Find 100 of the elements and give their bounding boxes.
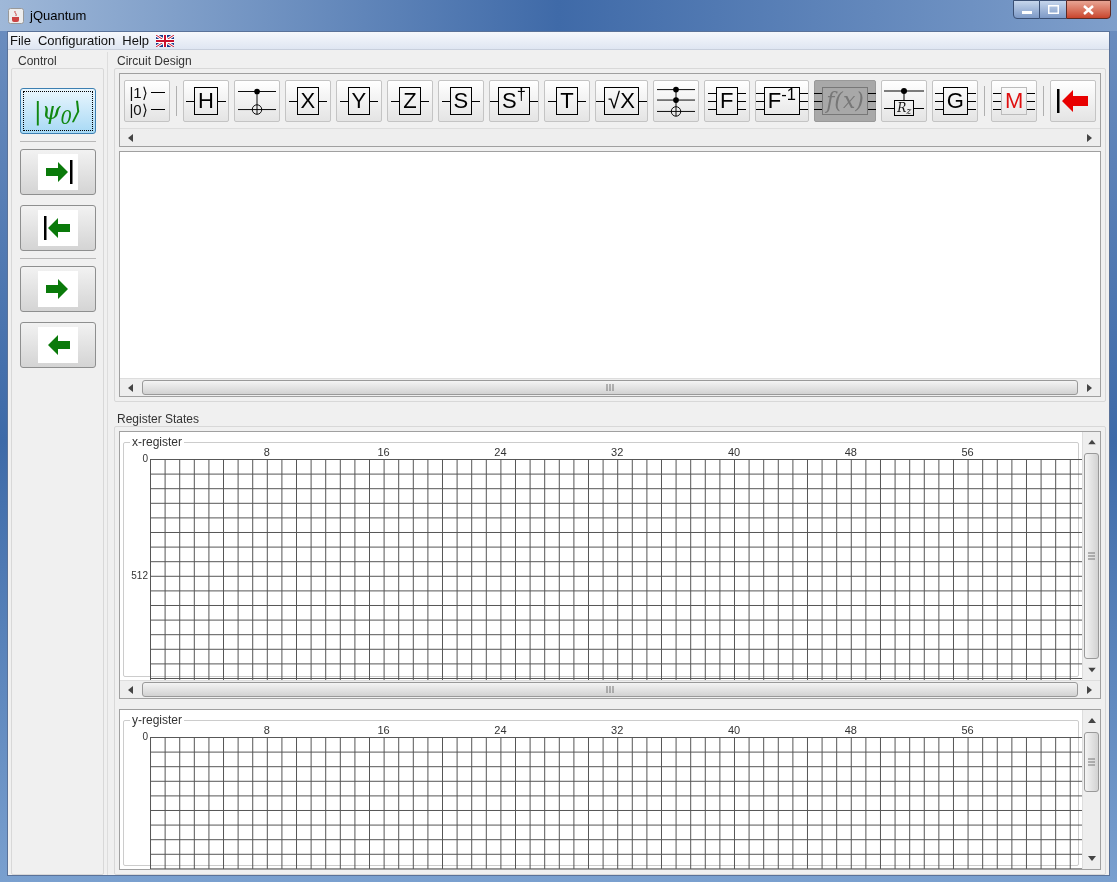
wire-icon bbox=[339, 100, 348, 102]
gate-button[interactable]: F$^{-1}$ bbox=[754, 80, 809, 122]
register-title: x-register bbox=[130, 435, 184, 449]
wire-icon bbox=[150, 92, 165, 93]
close-icon bbox=[1083, 4, 1094, 15]
wire-icon bbox=[1027, 92, 1036, 110]
column-label: 48 bbox=[844, 445, 857, 459]
gate-label: Z bbox=[399, 87, 421, 115]
wire-icon bbox=[217, 100, 226, 102]
column-label: 48 bbox=[844, 723, 857, 737]
gate-button[interactable] bbox=[1050, 80, 1096, 122]
gate-button[interactable] bbox=[233, 80, 280, 122]
horizontal-scrollbar[interactable] bbox=[120, 378, 1100, 396]
gate-label: S bbox=[449, 87, 473, 115]
row-label: 0 bbox=[142, 731, 148, 743]
grip-icon bbox=[1088, 552, 1095, 560]
column-label: 8 bbox=[263, 445, 270, 459]
panel-title: Circuit Design bbox=[116, 53, 193, 68]
arrow-to-bar-icon bbox=[1055, 87, 1091, 115]
scrollbar-thumb[interactable] bbox=[142, 682, 1078, 697]
wire-icon bbox=[319, 100, 328, 102]
gate-button[interactable]: T bbox=[544, 80, 591, 122]
initial-state-button[interactable]: |ψ$_{0}$⟩ bbox=[19, 88, 96, 134]
wire-icon bbox=[884, 107, 895, 109]
panel-title: Control bbox=[17, 53, 58, 68]
grip-icon bbox=[606, 384, 614, 391]
wire-icon bbox=[577, 100, 586, 102]
wire-icon bbox=[914, 107, 925, 109]
gate-button[interactable]: Z bbox=[386, 80, 433, 122]
gate-button[interactable]: M bbox=[991, 80, 1038, 122]
gate-button[interactable]: H bbox=[182, 80, 229, 122]
menu-item[interactable]: Configuration bbox=[37, 30, 116, 51]
gate-label: S$^{†}$ bbox=[498, 87, 530, 115]
gate-label: T bbox=[556, 87, 578, 115]
column-label: 32 bbox=[611, 445, 624, 459]
wire-icon bbox=[814, 92, 823, 110]
wire-icon bbox=[755, 92, 764, 110]
vertical-scrollbar[interactable] bbox=[1082, 710, 1100, 869]
gate-button[interactable]: G bbox=[932, 80, 979, 122]
column-label: 56 bbox=[961, 723, 974, 737]
gate-button[interactable]: S bbox=[437, 80, 484, 122]
gate-button[interactable]: Y bbox=[335, 80, 382, 122]
register-title: y-register bbox=[130, 713, 184, 727]
gate-button[interactable]: S$^{†}$ bbox=[488, 80, 540, 122]
wire-icon bbox=[638, 100, 647, 102]
wire-icon bbox=[391, 100, 400, 102]
column-label: 32 bbox=[611, 723, 624, 737]
close-button[interactable] bbox=[1066, 0, 1111, 19]
gate-button[interactable]: F bbox=[703, 80, 750, 122]
gate-label: F$^{-1}$ bbox=[763, 87, 800, 115]
column-label: 24 bbox=[494, 445, 507, 459]
run-end-button[interactable] bbox=[19, 149, 96, 195]
vertical-scrollbar[interactable] bbox=[1082, 432, 1100, 680]
row-label: 0 bbox=[142, 453, 148, 465]
wire-icon bbox=[992, 92, 1001, 110]
column-label: 56 bbox=[961, 445, 974, 459]
column-label: 40 bbox=[727, 445, 741, 459]
menu-item[interactable]: File bbox=[10, 30, 31, 51]
horizontal-scrollbar[interactable] bbox=[120, 680, 1100, 698]
wire-icon bbox=[185, 100, 194, 102]
wire-icon bbox=[370, 100, 379, 102]
maximize-button[interactable] bbox=[1040, 0, 1066, 19]
wire-icon bbox=[934, 92, 943, 110]
gate-label: F bbox=[716, 87, 738, 115]
gate-button[interactable]: X bbox=[284, 80, 331, 122]
grip-icon bbox=[1088, 758, 1095, 766]
wire-icon bbox=[441, 100, 450, 102]
gate-button[interactable]: √X bbox=[595, 80, 648, 122]
gate-label: Y bbox=[347, 87, 371, 115]
flag-icon[interactable] bbox=[156, 34, 175, 47]
toffoli-gate-icon bbox=[656, 84, 695, 118]
maximize-icon bbox=[1047, 5, 1059, 14]
gate-label: |0⟩ bbox=[129, 101, 148, 118]
wire-icon bbox=[150, 109, 165, 110]
gate-button[interactable]: R$_{z}$ bbox=[881, 80, 928, 122]
wire-icon bbox=[967, 92, 976, 110]
wire-icon bbox=[288, 100, 297, 102]
scrollbar-thumb[interactable] bbox=[142, 380, 1078, 395]
minimize-button[interactable] bbox=[1013, 0, 1040, 19]
column-label: 24 bbox=[494, 723, 507, 737]
wire-icon bbox=[420, 100, 429, 102]
step-back-button[interactable] bbox=[19, 322, 96, 368]
grip-icon bbox=[606, 686, 614, 693]
menu-item[interactable]: Help bbox=[122, 30, 150, 51]
back-start-button[interactable] bbox=[19, 205, 96, 251]
gate-button[interactable] bbox=[652, 80, 699, 122]
column-label: 40 bbox=[727, 723, 741, 737]
gate-button[interactable]: |1⟩ |0⟩ bbox=[124, 80, 170, 122]
gate-label: R$_{z}$ bbox=[894, 100, 915, 116]
gate-label: √X bbox=[604, 87, 639, 115]
step-forward-button[interactable] bbox=[19, 266, 96, 312]
wire-icon bbox=[799, 92, 808, 110]
gate-label: |1⟩ bbox=[129, 84, 148, 101]
wire-icon bbox=[548, 100, 557, 102]
wire-icon bbox=[867, 92, 876, 110]
gate-label: X bbox=[296, 87, 320, 115]
wire-icon bbox=[529, 100, 538, 102]
column-label: 8 bbox=[263, 723, 270, 737]
panel-title: Register States bbox=[116, 411, 201, 426]
window-title: jQuantum bbox=[30, 6, 87, 25]
